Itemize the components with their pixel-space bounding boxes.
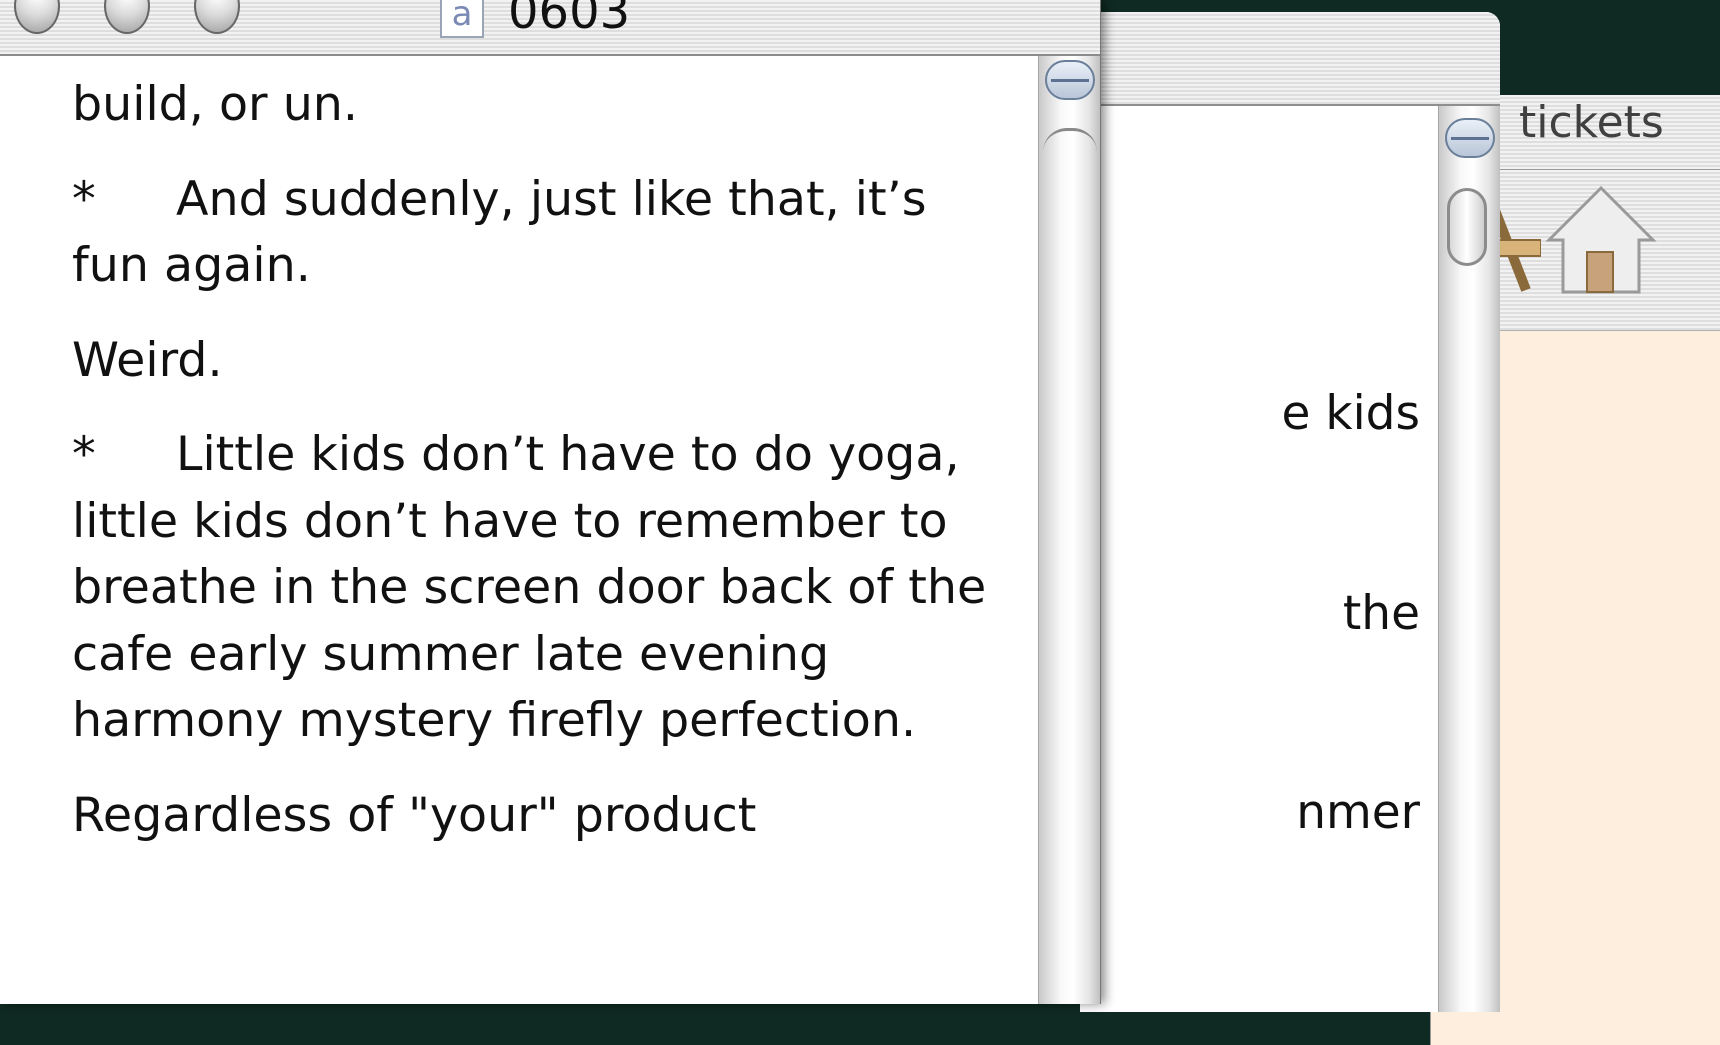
front-window: a 0603 build, or un. * And suddenly, just… (0, 0, 1101, 1004)
bullet-marker: * (72, 427, 96, 482)
tickets-window-title: tickets (1519, 97, 1664, 148)
middle-title-bar[interactable] (1080, 12, 1500, 106)
close-button[interactable] (14, 0, 60, 34)
paragraph-text: Regardless of "your" product (72, 787, 757, 843)
bullet-paragraph: * Little kids don’t have to do yoga, litt… (72, 422, 1002, 755)
middle-text-line: the (1342, 585, 1420, 641)
paragraph: Regardless of "your" product (72, 783, 1002, 850)
paragraph: Weird. (72, 328, 1002, 395)
front-scroll-track-top[interactable] (1043, 128, 1097, 171)
middle-document-text: e kids the nmer (1080, 248, 1420, 980)
middle-document-content[interactable]: e kids the nmer (1080, 106, 1438, 1012)
middle-scroll-thumb[interactable] (1447, 188, 1487, 266)
bullet-marker: * (72, 171, 96, 227)
zoom-button[interactable] (194, 0, 240, 34)
front-document-content[interactable]: build, or un. * And suddenly, just like t… (0, 56, 1038, 1004)
middle-text-line: e kids (1281, 386, 1420, 441)
front-split-view-control[interactable] (1045, 60, 1095, 100)
front-title-bar[interactable]: a 0603 (0, 0, 1100, 56)
front-window-title: 0603 (508, 0, 631, 40)
document-text: build, or un. * And suddenly, just like t… (72, 72, 1002, 877)
paragraph-text: Weird. (72, 332, 223, 388)
bullet-paragraph: * And suddenly, just like that, it’s fun … (72, 167, 1002, 300)
minimize-button[interactable] (104, 0, 150, 34)
middle-vertical-scrollbar[interactable] (1438, 106, 1500, 1012)
middle-text-line: nmer (1296, 785, 1420, 840)
paragraph-text: And suddenly, just like that, it’s fun a… (72, 171, 927, 294)
middle-split-view-control[interactable] (1445, 118, 1495, 158)
paragraph-text: build, or un. (72, 77, 358, 132)
paragraph: build, or un. (72, 72, 1002, 139)
home-icon[interactable] (1541, 180, 1661, 300)
middle-window: e kids the nmer (1080, 12, 1500, 1012)
document-proxy-icon[interactable]: a (440, 0, 484, 38)
front-vertical-scrollbar[interactable] (1038, 56, 1100, 1004)
paragraph-text: Little kids don’t have to do yoga, littl… (72, 427, 987, 748)
